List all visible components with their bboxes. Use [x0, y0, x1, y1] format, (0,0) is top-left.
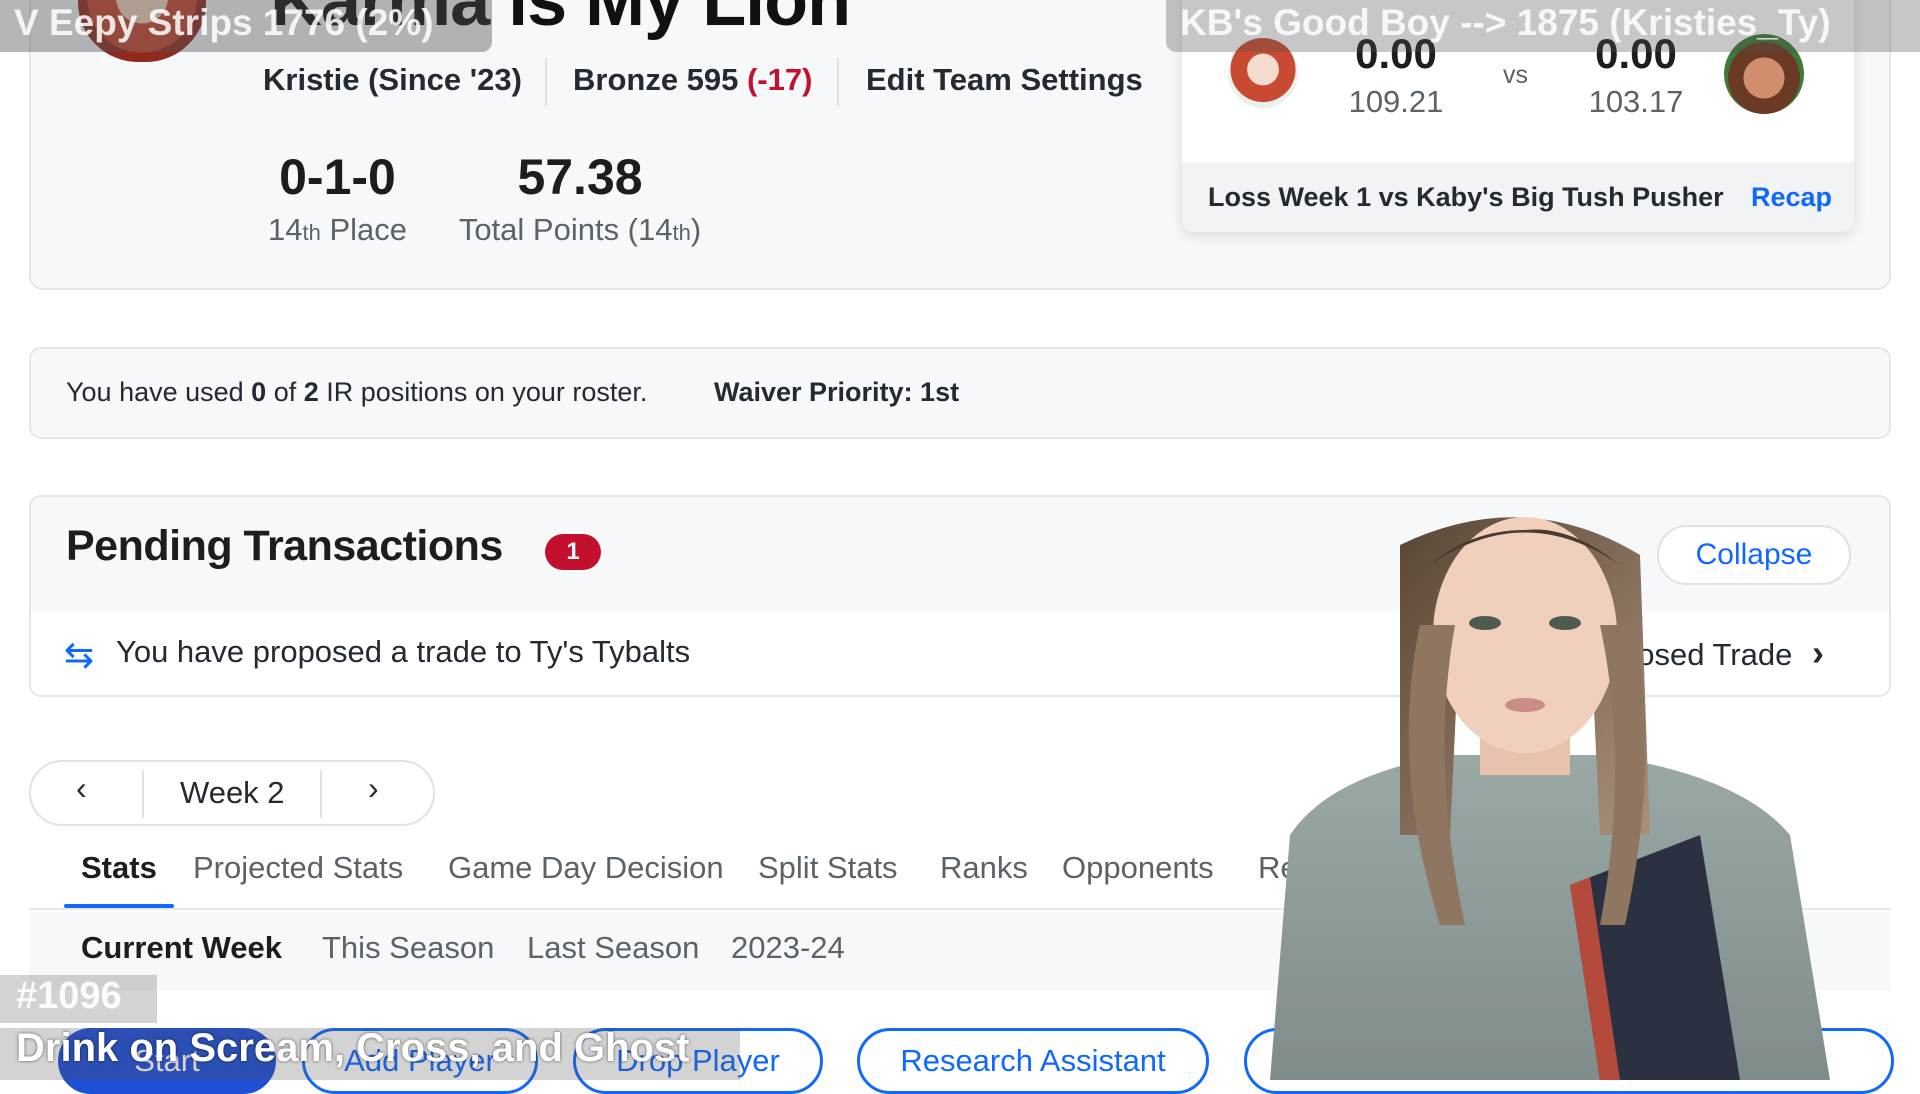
- vs-label: vs: [1503, 61, 1528, 89]
- pending-count-badge: 1: [545, 534, 601, 570]
- week-label: Week 2: [180, 775, 285, 810]
- total-points-label: Total Points (14th): [458, 212, 702, 247]
- divider: [142, 770, 144, 818]
- opponent-projected: 103.17: [1588, 84, 1684, 119]
- my-projected: 109.21: [1348, 84, 1444, 119]
- previous-week-button[interactable]: ‹: [76, 770, 87, 807]
- trade-arrows-icon: ⇆: [64, 634, 95, 675]
- tab-opponents[interactable]: Opponents: [1062, 850, 1214, 886]
- webcam-feed: [1270, 505, 1920, 1080]
- tab-game-day-decision[interactable]: Game Day Decision: [448, 850, 724, 886]
- tab-projected-stats[interactable]: Projected Stats: [193, 850, 403, 886]
- rank-change: (-17): [747, 62, 813, 97]
- rank-label: Bronze 595 (-17): [573, 62, 812, 98]
- trade-proposal-text: You have proposed a trade to Ty's Tybalt…: [116, 634, 691, 669]
- subtab-this-season[interactable]: This Season: [322, 930, 494, 966]
- tab-split-stats[interactable]: Split Stats: [758, 850, 898, 886]
- stream-overlay-caption-text: Drink on Scream, Cross, and Ghost: [16, 1026, 690, 1070]
- last-result: Loss Week 1 vs Kaby's Big Tush Pusher: [1208, 182, 1724, 212]
- streamer-image: [1270, 517, 1830, 1080]
- stream-overlay-top-right-text: KB's Good Boy --> 1875 (Kristies_Ty): [1180, 2, 1831, 43]
- tab-ranks[interactable]: Ranks: [940, 850, 1028, 886]
- research-assistant-button[interactable]: Research Assistant: [857, 1028, 1209, 1094]
- recap-link[interactable]: Recap: [1751, 182, 1832, 213]
- team-place: 14th Place: [267, 212, 407, 247]
- divider: [545, 58, 547, 106]
- edit-team-settings-link[interactable]: Edit Team Settings: [866, 62, 1143, 98]
- stream-overlay-counter-text: #1096: [16, 975, 122, 1017]
- subtab-2023-24[interactable]: 2023-24: [731, 930, 845, 966]
- total-points: 57.38: [517, 149, 643, 205]
- pending-transactions-title: Pending Transactions: [66, 522, 503, 570]
- divider: [320, 770, 322, 818]
- subtab-last-season[interactable]: Last Season: [527, 930, 699, 966]
- tab-stats[interactable]: Stats: [81, 850, 157, 886]
- ir-usage-text: You have used 0 of 2 IR positions on you…: [66, 377, 648, 407]
- team-record: 0-1-0: [279, 149, 396, 205]
- subtab-current-week[interactable]: Current Week: [81, 930, 282, 966]
- divider: [837, 58, 839, 106]
- next-week-button[interactable]: ›: [368, 770, 379, 807]
- active-tab-indicator: [64, 904, 174, 908]
- rank-value: Bronze 595: [573, 62, 739, 97]
- stream-overlay-top-left-text: V Eepy Strips 1776 (2%): [14, 2, 434, 43]
- manager-label: Kristie (Since '23): [263, 62, 522, 97]
- waiver-priority: Waiver Priority: 1st: [714, 377, 960, 407]
